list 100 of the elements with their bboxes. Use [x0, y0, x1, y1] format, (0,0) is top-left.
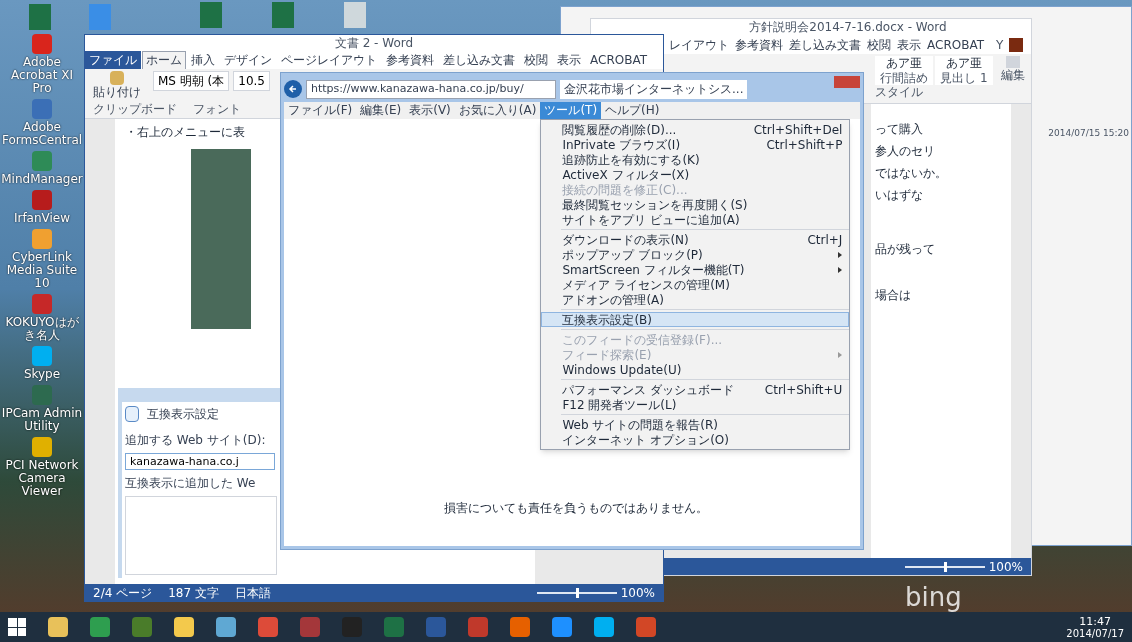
menu-item[interactable]: Web サイトの問題を報告(R): [541, 417, 850, 432]
style-gallery-item[interactable]: あア亜 見出し 1: [935, 56, 993, 85]
icon-label: MindManager: [1, 173, 83, 186]
ribbon-tab[interactable]: ACROBAT: [927, 35, 984, 54]
ribbon-tab[interactable]: 差し込み文書: [439, 51, 519, 69]
document-text: いはずな: [875, 187, 923, 204]
taskbar-app-icon[interactable]: [384, 617, 404, 637]
document-text: 品が残って: [875, 241, 935, 258]
clock-time: 11:47: [1079, 615, 1112, 628]
taskbar-app-icon[interactable]: [552, 617, 572, 637]
menu-item[interactable]: F12 開発者ツール(L): [541, 397, 850, 412]
clock-date: 2014/07/17: [1066, 627, 1124, 639]
app-icon[interactable]: [32, 346, 52, 366]
icon-label: IrfanView: [13, 212, 71, 225]
font-size-field[interactable]: 10.5: [233, 71, 270, 91]
start-button-icon[interactable]: [8, 618, 26, 636]
icon-label: Skype: [23, 368, 61, 381]
menu-item[interactable]: 互換表示設定(B): [541, 312, 850, 327]
menu-item[interactable]: SmartScreen フィルター機能(T): [541, 262, 850, 277]
group-label: フォント: [193, 102, 241, 116]
menu-item[interactable]: InPrivate ブラウズ(I) Ctrl+Shift+P: [541, 137, 850, 152]
submenu-arrow-icon: [838, 251, 843, 258]
app-icon[interactable]: [32, 34, 52, 54]
field-label: 追加する Web サイト(D):: [125, 432, 266, 449]
taskbar-app-icon[interactable]: [90, 617, 110, 637]
menu-item[interactable]: ポップアップ ブロック(P): [541, 247, 850, 262]
ribbon-tab[interactable]: 挿入: [187, 51, 219, 69]
mail-date: 2014/07/15 15:20: [1048, 127, 1129, 140]
menu-item[interactable]: 編集(E): [356, 102, 406, 119]
app-icon[interactable]: [32, 190, 52, 210]
menu-item[interactable]: インターネット オプション(O): [541, 432, 850, 447]
ribbon-tab[interactable]: 差し込み文書: [789, 35, 861, 54]
taskbar-app-icon[interactable]: [468, 617, 488, 637]
taskbar-app-icon[interactable]: [258, 617, 278, 637]
zoom-slider-icon[interactable]: [536, 587, 617, 598]
submenu-arrow-icon: [838, 266, 843, 273]
menu-item[interactable]: 追跡防止を有効にする(K): [541, 152, 850, 167]
menu-item[interactable]: メディア ライセンスの管理(M): [541, 277, 850, 292]
taskbar-app-icon[interactable]: [636, 617, 656, 637]
menu-item[interactable]: サイトをアプリ ビューに追加(A): [541, 212, 850, 227]
taskbar-app-icon[interactable]: [132, 617, 152, 637]
app-icon[interactable]: [32, 437, 52, 457]
back-button-icon[interactable]: [284, 80, 302, 98]
close-button[interactable]: [834, 76, 860, 88]
taskbar-app-icon[interactable]: [216, 617, 236, 637]
ribbon-tab[interactable]: 参考資料: [735, 35, 783, 54]
editing-label[interactable]: 編集: [1001, 68, 1025, 82]
taskbar-app-icon[interactable]: [510, 617, 530, 637]
menu-item[interactable]: パフォーマンス ダッシュボード Ctrl+Shift+U: [541, 382, 850, 397]
browser-tab[interactable]: 金沢花市場インターネットシス...: [560, 79, 748, 99]
menu-item[interactable]: Windows Update(U): [541, 362, 850, 377]
ribbon-tab[interactable]: ファイル: [85, 51, 141, 69]
taskbar-app-icon[interactable]: [48, 617, 68, 637]
taskbar-app-icon[interactable]: [300, 617, 320, 637]
icon-label: Adobe Acrobat XI Pro: [10, 56, 74, 95]
menu-item[interactable]: 表示(V): [405, 102, 455, 119]
ribbon-tab[interactable]: ACROBAT: [586, 51, 651, 69]
ribbon-tab[interactable]: 参考資料: [382, 51, 438, 69]
app-icon[interactable]: [32, 229, 52, 249]
menu-item[interactable]: アドオンの管理(A): [541, 292, 850, 307]
menu-item[interactable]: ツール(T): [540, 102, 602, 119]
taskbar-app-icon[interactable]: [594, 617, 614, 637]
zoom-slider-icon[interactable]: [904, 561, 985, 572]
user-avatar: [1009, 37, 1023, 52]
ribbon-tab[interactable]: デザイン: [220, 51, 276, 69]
menu-item[interactable]: ヘルプ(H): [601, 102, 664, 119]
user-name: Y: [996, 36, 1004, 54]
ribbon-tab[interactable]: 表示: [553, 51, 585, 69]
window-title: 文書 2 - Word: [334, 35, 414, 52]
app-icon[interactable]: [32, 99, 52, 119]
style-gallery-item[interactable]: あア亜 行間詰め: [875, 56, 933, 85]
page-text: 損害についても責任を負うものではありません。: [444, 500, 708, 517]
ribbon-tab[interactable]: ホーム: [142, 51, 186, 69]
status-text: 187 文字: [168, 584, 219, 602]
menu-item[interactable]: 最終閲覧セッションを再度開く(S): [541, 197, 850, 212]
status-text: 日本語: [234, 584, 271, 602]
ribbon-tab[interactable]: レイアウト: [669, 35, 729, 54]
menu-item[interactable]: ファイル(F): [284, 102, 357, 119]
website-list[interactable]: [125, 496, 277, 575]
font-name-field[interactable]: MS 明朝 (本: [153, 71, 230, 91]
menu-item[interactable]: ActiveX フィルター(X): [541, 167, 850, 182]
wallpaper-logo: bing: [905, 581, 962, 614]
ribbon-tab[interactable]: ページレイアウト: [277, 51, 381, 69]
dialog-title: 互換表示設定: [147, 406, 219, 423]
menu-item[interactable]: ダウンロードの表示(N) Ctrl+J: [541, 232, 850, 247]
icon-label: KOKUYOはがき名人: [4, 316, 80, 342]
paste-label[interactable]: 貼り付け: [93, 85, 141, 99]
app-icon[interactable]: [32, 151, 52, 171]
list-label: 互換表示に追加した We: [125, 475, 256, 492]
input-field[interactable]: kanazawa-hana.co.j: [125, 453, 275, 470]
ribbon-tab[interactable]: 表示: [897, 35, 921, 54]
zoom-percent: 100%: [988, 558, 1023, 576]
icon-label: PCI Network Camera Viewer: [4, 459, 80, 498]
ribbon-tab[interactable]: 校閲: [867, 35, 891, 54]
menu-item[interactable]: 閲覧履歴の削除(D)... Ctrl+Shift+Del: [541, 122, 850, 137]
address-bar[interactable]: https://www.kanazawa-hana.co.jp/buy/: [306, 79, 556, 99]
document-text: 参人のセリ: [875, 143, 935, 160]
taskbar-app-icon[interactable]: [174, 617, 194, 637]
menu-item[interactable]: お気に入り(A): [454, 102, 541, 119]
ribbon-tab[interactable]: 校閲: [520, 51, 552, 69]
